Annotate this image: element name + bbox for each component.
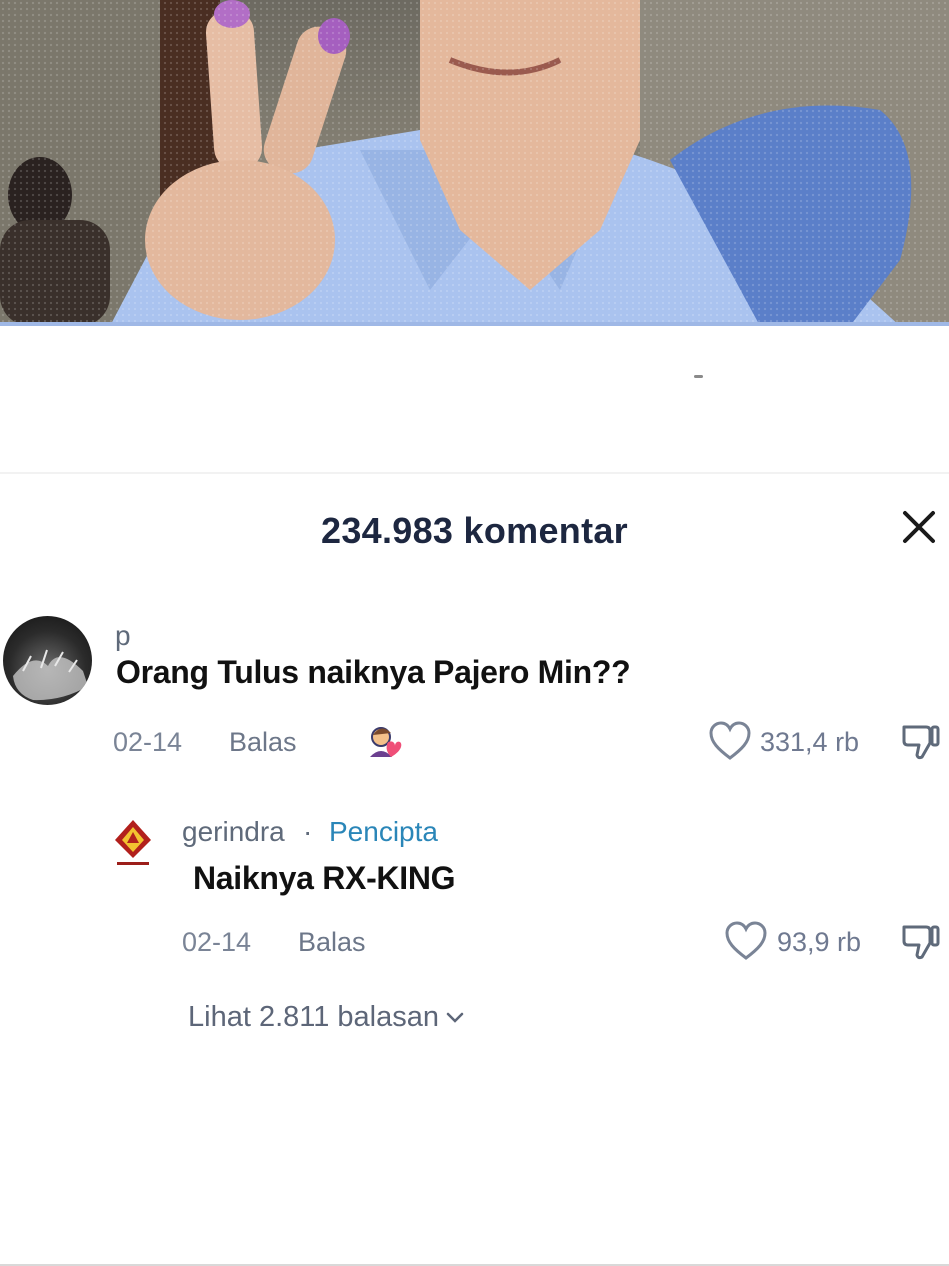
close-button[interactable] <box>898 506 940 548</box>
creator-heart-icon <box>370 727 402 757</box>
video-lower-area[interactable] <box>0 326 949 474</box>
avatar-image <box>13 649 88 701</box>
reply-thumbs-down-icon[interactable] <box>900 921 942 963</box>
comment-date: 02-14 <box>113 727 183 757</box>
reply-avatar[interactable] <box>113 818 153 868</box>
reply-button[interactable]: Balas <box>229 727 297 758</box>
like-count: 331,4 rb <box>760 727 860 757</box>
comment-count-title: 234.983 komentar <box>321 510 628 551</box>
chevron-down-icon <box>446 1013 464 1024</box>
heart-outline-icon[interactable] <box>708 720 752 762</box>
reply-username[interactable]: gerindra <box>182 816 285 848</box>
view-replies-button[interactable]: Lihat 2.811 balasan <box>188 1001 465 1034</box>
video-still <box>0 0 949 326</box>
comment-username[interactable]: p <box>115 620 131 652</box>
close-icon <box>903 511 935 543</box>
reply-reply-button[interactable]: Balas <box>298 927 366 958</box>
creator-badge: Pencipta <box>329 816 438 847</box>
thumbs-down-icon[interactable] <box>900 721 942 763</box>
reply-heart-outline-icon[interactable] <box>724 920 768 962</box>
view-replies-label: Lihat 2.811 balasan <box>188 1001 440 1033</box>
drag-mark <box>694 375 703 378</box>
comment-text: Orang Tulus naiknya Pajero Min?? <box>116 654 631 690</box>
reply-like-count: 93,9 rb <box>777 927 862 957</box>
comments-sheet: 234.983 komentar p Orang Tulus naiknya P… <box>0 474 949 1266</box>
reply-date: 02-14 <box>182 927 252 957</box>
avatar[interactable] <box>3 616 92 705</box>
reply-text: Naiknya RX-KING <box>193 860 456 896</box>
reply-separator: · <box>303 816 313 847</box>
video-frame[interactable] <box>0 0 949 326</box>
